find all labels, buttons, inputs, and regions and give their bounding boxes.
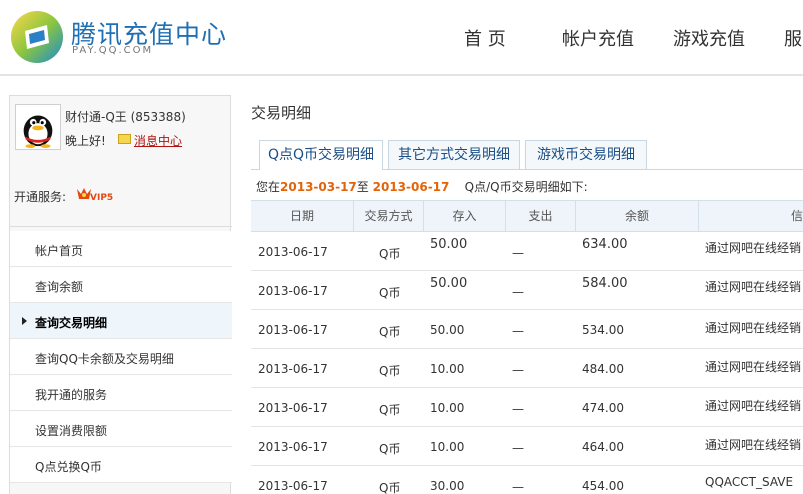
cell-withdraw: —: [512, 363, 524, 377]
cell-withdraw: —: [512, 480, 524, 494]
table-row: 2013-06-17 Q币 10.00 — 464.00 通过网吧在线经销: [251, 427, 803, 466]
sidebar-item-query-balance[interactable]: 查询余额: [10, 267, 232, 303]
cell-method: Q币: [379, 442, 401, 456]
cell-method: Q币: [379, 403, 401, 417]
cell-balance: 534.00: [582, 323, 624, 337]
vip-badge-icon[interactable]: VIP5: [75, 187, 115, 203]
sidebar-item-label: 我开通的服务: [35, 388, 108, 402]
cell-method: Q币: [379, 286, 401, 300]
cell-date: 2013-06-17: [258, 323, 328, 337]
cell-method: Q币: [379, 364, 401, 378]
cell-info: 通过网吧在线经销: [705, 280, 802, 294]
tab-bar: Q点Q币交易明细 其它方式交易明细 游戏币交易明细: [251, 140, 803, 170]
cell-withdraw: —: [512, 441, 524, 455]
cell-balance: 464.00: [582, 440, 624, 454]
column-header-date: 日期: [251, 201, 354, 232]
tab-other-transactions[interactable]: 其它方式交易明细: [388, 140, 520, 169]
cell-deposit: 10.00: [430, 401, 465, 415]
sidebar-item-qpoint-exchange[interactable]: Q点兑换Q币: [10, 447, 232, 483]
nav-home[interactable]: 首 页: [464, 25, 506, 51]
cell-date: 2013-06-17: [258, 245, 328, 259]
cell-deposit: 50.00: [430, 323, 465, 337]
cell-deposit: 50.00: [430, 276, 468, 291]
cell-info: 通过网吧在线经销: [705, 360, 802, 374]
cell-info: QQACCT_SAVE: [705, 475, 794, 489]
cell-method: Q币: [379, 247, 401, 261]
cell-balance: 474.00: [582, 401, 624, 415]
table-row: 2013-06-17 Q币 50.00 — 534.00 通过网吧在线经销: [251, 310, 803, 349]
header: 腾讯充值中心 PAY.QQ.COM 首 页 帐户充值 游戏充值 服务: [0, 0, 803, 76]
greeting-text: 晚上好!: [65, 134, 106, 148]
cell-info: 通过网吧在线经销: [705, 321, 802, 335]
table-row: 2013-06-17 Q币 10.00 — 474.00 通过网吧在线经销: [251, 388, 803, 427]
table-row: 2013-06-17 Q币 50.00 — 584.00 通过网吧在线经销: [251, 271, 803, 310]
cell-date: 2013-06-17: [258, 440, 328, 454]
sidebar-item-transaction-details[interactable]: 查询交易明细: [10, 303, 232, 339]
cell-info: 通过网吧在线经销: [705, 399, 802, 413]
date-to: 2013-06-17: [372, 180, 450, 194]
mail-icon[interactable]: [118, 134, 131, 144]
sidebar-item-qq-card[interactable]: 查询QQ卡余额及交易明细: [10, 339, 232, 375]
menu-divider: [10, 226, 232, 227]
date-suffix: Q点/Q币交易明细如下:: [464, 180, 588, 194]
tab-q-transactions[interactable]: Q点Q币交易明细: [259, 140, 383, 170]
nav-account-recharge[interactable]: 帐户充值: [562, 25, 634, 51]
cell-withdraw: —: [512, 402, 524, 416]
cell-info: 通过网吧在线经销: [705, 241, 802, 255]
logo-subtitle: PAY.QQ.COM: [72, 45, 154, 56]
column-header-deposit: 存入: [424, 201, 506, 232]
date-mid: 至: [356, 180, 369, 194]
cell-withdraw: —: [512, 285, 524, 299]
cell-info: 通过网吧在线经销: [705, 438, 802, 452]
tenpay-logo-icon[interactable]: [9, 9, 65, 65]
date-prefix: 您在: [256, 180, 281, 194]
cell-balance: 454.00: [582, 479, 624, 493]
tab-game-currency[interactable]: 游戏币交易明细: [525, 140, 647, 169]
column-header-method: 交易方式: [354, 201, 424, 232]
cell-balance: 634.00: [582, 237, 628, 252]
cell-date: 2013-06-17: [258, 362, 328, 376]
sidebar-item-label: 查询QQ卡余额及交易明细: [35, 352, 174, 366]
cell-balance: 584.00: [582, 276, 628, 291]
cell-withdraw: —: [512, 324, 524, 338]
cell-date: 2013-06-17: [258, 479, 328, 493]
sidebar-item-label: Q点兑换Q币: [35, 460, 102, 474]
cell-method: Q币: [379, 481, 401, 494]
column-header-balance: 余额: [576, 201, 699, 232]
sidebar-item-spending-limit[interactable]: 设置消费限额: [10, 411, 232, 447]
sidebar-item-account-home[interactable]: 帐户首页: [10, 231, 232, 267]
cell-withdraw: —: [512, 246, 524, 260]
service-label: 开通服务:: [14, 190, 67, 204]
date-range-text: 您在2013-03-17至 2013-06-17 Q点/Q币交易明细如下:: [256, 178, 588, 195]
table-row: 2013-06-17 Q币 50.00 — 634.00 通过网吧在线经销: [251, 232, 803, 271]
cell-deposit: 50.00: [430, 237, 468, 252]
sidebar-item-label: 查询交易明细: [35, 316, 108, 330]
cell-date: 2013-06-17: [258, 284, 328, 298]
arrow-right-icon: [22, 317, 27, 325]
table-row: 2013-06-17 Q币 30.00 — 454.00 QQACCT_SAVE: [251, 466, 803, 494]
table-header: 日期 交易方式 存入 支出 余额 信: [251, 200, 803, 232]
sidebar-item-label: 查询余额: [35, 280, 84, 294]
cell-deposit: 10.00: [430, 362, 465, 376]
column-header-info: 信: [790, 209, 803, 223]
cell-balance: 484.00: [582, 362, 624, 376]
nav-game-recharge[interactable]: 游戏充值: [673, 25, 745, 51]
sidebar: 财付通-Q王 (853388) 晚上好! 消息中心 开通服务: VIP5 帐户首…: [9, 95, 232, 494]
cell-deposit: 10.00: [430, 440, 465, 454]
cell-date: 2013-06-17: [258, 401, 328, 415]
sidebar-item-label: 设置消费限额: [35, 424, 108, 438]
avatar: [15, 104, 61, 150]
sidebar-item-my-services[interactable]: 我开通的服务: [10, 375, 232, 411]
cell-deposit: 30.00: [430, 479, 465, 493]
sidebar-item-label: 帐户首页: [35, 244, 84, 258]
nav-service[interactable]: 服务: [784, 25, 803, 51]
svg-text:VIP5: VIP5: [90, 193, 113, 203]
date-from: 2013-03-17: [280, 180, 357, 194]
message-center-link[interactable]: 消息中心: [134, 132, 182, 149]
column-header-withdraw: 支出: [506, 201, 576, 232]
page-title: 交易明细: [251, 104, 312, 122]
user-name: 财付通-Q王 (853388): [65, 110, 186, 124]
cell-method: Q币: [379, 325, 401, 339]
table-row: 2013-06-17 Q币 10.00 — 484.00 通过网吧在线经销: [251, 349, 803, 388]
